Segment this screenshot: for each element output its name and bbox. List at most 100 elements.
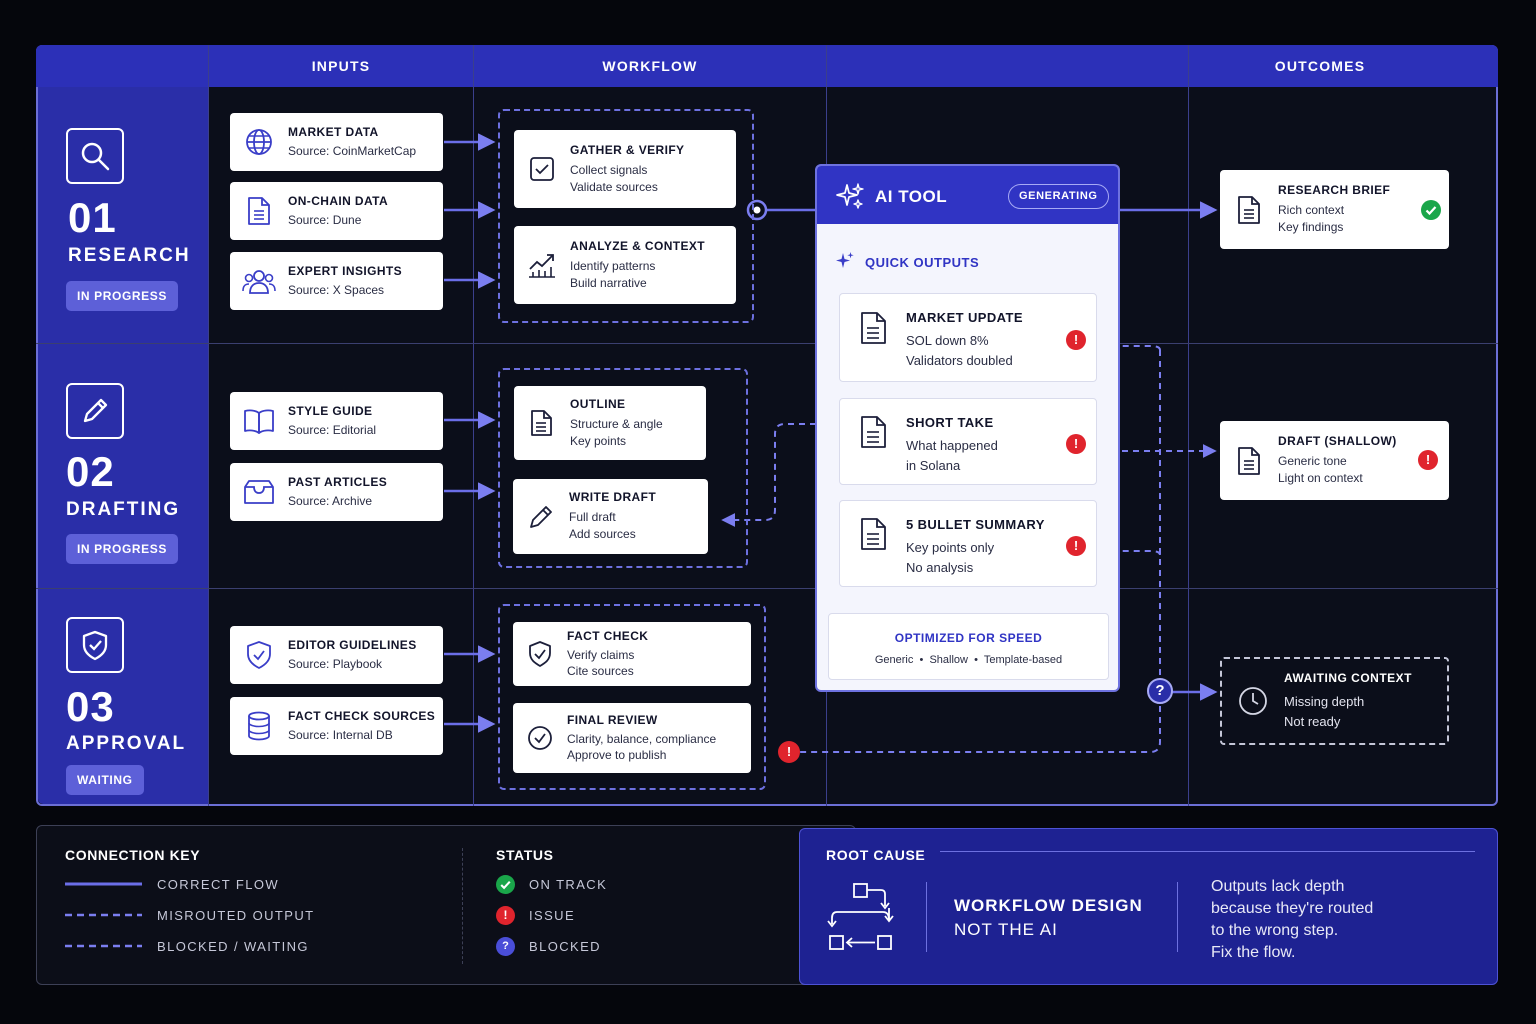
root-cause-headline: WORKFLOW DESIGN bbox=[954, 896, 1143, 915]
card-detail: Collect signals Validate sources bbox=[570, 162, 658, 194]
document-icon bbox=[860, 415, 888, 454]
input-card-editor-guidelines[interactable]: EDITOR GUIDELINES Source: Playbook bbox=[230, 626, 443, 684]
check-circle-icon bbox=[513, 724, 567, 752]
archive-icon bbox=[230, 479, 288, 505]
card-detail: Verify claims Cite sources bbox=[567, 647, 635, 678]
issue-icon: ! bbox=[496, 906, 515, 925]
root-cause-label: ROOT CAUSE bbox=[826, 847, 926, 863]
root-cause-divider bbox=[926, 882, 927, 952]
workflow-card-fact-check[interactable]: FACT CHECK Verify claims Cite sources bbox=[513, 622, 751, 686]
document-icon bbox=[514, 409, 570, 437]
generating-badge: GENERATING bbox=[1008, 184, 1109, 209]
legend-misrouted-output: MISROUTED OUTPUT bbox=[157, 908, 315, 923]
shield-check-icon bbox=[513, 640, 567, 668]
card-title: AWAITING CONTEXT bbox=[1284, 671, 1412, 685]
issue-icon: ! bbox=[1418, 450, 1438, 470]
input-card-expert-insights[interactable]: EXPERT INSIGHTS Source: X Spaces bbox=[230, 252, 443, 310]
input-card-style-guide[interactable]: STYLE GUIDE Source: Editorial bbox=[230, 392, 443, 450]
card-source: Source: CoinMarketCap bbox=[288, 143, 417, 158]
card-source: Source: Playbook bbox=[288, 656, 383, 671]
ai-tool-panel: AI TOOL GENERATING QUICK OUTPUTS MARKET … bbox=[815, 164, 1120, 692]
card-title: ANALYZE & CONTEXT bbox=[570, 238, 706, 253]
root-cause-description: Outputs lack depth because they're route… bbox=[1211, 878, 1374, 961]
card-title: RESEARCH BRIEF bbox=[1278, 183, 1391, 198]
card-title: WRITE DRAFT bbox=[569, 490, 657, 505]
card-title: EXPERT INSIGHTS bbox=[288, 263, 403, 278]
legend-correct-flow: CORRECT FLOW bbox=[157, 877, 280, 892]
check-circle-icon bbox=[496, 875, 515, 894]
sparkle-icon bbox=[835, 182, 865, 215]
card-title: EDITOR GUIDELINES bbox=[288, 637, 417, 652]
legend-divider bbox=[462, 848, 463, 964]
card-detail: Missing depth Not ready bbox=[1284, 694, 1365, 729]
document-icon bbox=[860, 311, 888, 350]
check-circle-icon bbox=[1421, 200, 1441, 220]
document-icon bbox=[1220, 446, 1278, 476]
document-icon bbox=[860, 517, 888, 556]
optimized-tags: Generic • Shallow • Template-based bbox=[874, 654, 1063, 666]
root-cause-subheadline: NOT THE AI bbox=[954, 920, 1058, 939]
card-detail: Rich context Key findings bbox=[1278, 203, 1345, 234]
card-detail: Full draft Add sources bbox=[569, 510, 636, 541]
card-title: GATHER & VERIFY bbox=[570, 142, 685, 157]
card-detail: Clarity, balance, compliance Approve to p… bbox=[567, 731, 717, 762]
card-detail: SOL down 8% Validators doubled bbox=[906, 333, 1013, 368]
optimized-for-speed-box: OPTIMIZED FOR SPEED Generic • Shallow • … bbox=[828, 613, 1109, 680]
users-icon bbox=[230, 267, 288, 295]
question-icon: ? bbox=[496, 937, 515, 956]
card-title: FINAL REVIEW bbox=[567, 712, 658, 727]
issue-icon: ! bbox=[1066, 434, 1086, 454]
card-title: FACT CHECK SOURCES bbox=[288, 708, 436, 723]
legend-blocked: BLOCKED bbox=[529, 939, 601, 954]
globe-icon bbox=[230, 127, 288, 157]
workflow-card-gather-verify[interactable]: GATHER & VERIFY Collect signals Validate s… bbox=[514, 130, 736, 208]
card-title: DRAFT (SHALLOW) bbox=[1278, 434, 1397, 449]
outcome-card-research-brief[interactable]: RESEARCH BRIEF Rich context Key findings bbox=[1220, 170, 1449, 249]
status-title: STATUS bbox=[496, 847, 554, 863]
shield-check-icon bbox=[230, 640, 288, 670]
ai-tool-header: AI TOOL GENERATING bbox=[817, 166, 1118, 224]
quick-output-short-take[interactable]: SHORT TAKE What happened in Solana ! bbox=[839, 398, 1097, 485]
question-icon: ? bbox=[1147, 678, 1173, 704]
card-source: Source: Editorial bbox=[288, 422, 377, 437]
junction-node bbox=[753, 206, 761, 214]
card-detail: Identify patterns Build narrative bbox=[570, 258, 656, 290]
workflow-card-analyze-context[interactable]: ANALYZE & CONTEXT Identify patterns Build … bbox=[514, 226, 736, 304]
blocked-arrow bbox=[800, 706, 1161, 753]
checkbox-icon bbox=[514, 155, 570, 183]
card-title: MARKET UPDATE bbox=[906, 310, 1023, 325]
card-title: SHORT TAKE bbox=[906, 415, 994, 430]
workflow-card-write-draft[interactable]: WRITE DRAFT Full draft Add sources bbox=[513, 479, 708, 554]
card-detail: What happened in Solana bbox=[906, 438, 998, 473]
workflow-card-outline[interactable]: OUTLINE Structure & angle Key points bbox=[514, 386, 706, 460]
document-icon bbox=[1220, 195, 1278, 225]
quick-output-market-update[interactable]: MARKET UPDATE SOL down 8% Validators doub… bbox=[839, 293, 1097, 382]
card-detail: Key points only No analysis bbox=[906, 540, 995, 575]
input-card-past-articles[interactable]: PAST ARTICLES Source: Archive bbox=[230, 463, 443, 521]
outcome-card-awaiting-context[interactable]: AWAITING CONTEXT Missing depth Not ready bbox=[1220, 657, 1449, 745]
card-title: PAST ARTICLES bbox=[288, 474, 388, 489]
card-detail: Generic tone Light on context bbox=[1278, 454, 1363, 485]
card-title: FACT CHECK bbox=[567, 628, 649, 643]
sparkle-icon bbox=[835, 251, 855, 276]
ai-tool-title: AI TOOL bbox=[875, 187, 948, 206]
input-card-fact-check-sources[interactable]: FACT CHECK SOURCES Source: Internal DB bbox=[230, 697, 443, 755]
optimized-title: OPTIMIZED FOR SPEED bbox=[894, 631, 1043, 645]
input-card-market-data[interactable]: MARKET DATA Source: CoinMarketCap bbox=[230, 113, 443, 171]
legend-line-samples bbox=[65, 882, 142, 948]
input-card-on-chain-data[interactable]: ON-CHAIN DATA Source: Dune bbox=[230, 182, 443, 240]
document-icon bbox=[230, 196, 288, 226]
outcome-card-draft-shallow[interactable]: DRAFT (SHALLOW) Generic tone Light on cont… bbox=[1220, 421, 1449, 500]
issue-icon: ! bbox=[1066, 330, 1086, 350]
card-title: STYLE GUIDE bbox=[288, 403, 373, 418]
issue-icon: ! bbox=[1066, 536, 1086, 556]
quick-outputs-label: QUICK OUTPUTS bbox=[865, 255, 980, 270]
flow-diagram-icon bbox=[827, 880, 895, 959]
card-source: Source: Internal DB bbox=[288, 727, 393, 742]
database-icon bbox=[230, 711, 288, 741]
legend-on-track: ON TRACK bbox=[529, 877, 608, 892]
legend-issue: ISSUE bbox=[529, 908, 576, 923]
workflow-card-final-review[interactable]: FINAL REVIEW Clarity, balance, compliance… bbox=[513, 703, 751, 773]
quick-output-5-bullet-summary[interactable]: 5 BULLET SUMMARY Key points only No analy… bbox=[839, 500, 1097, 587]
issue-icon: ! bbox=[778, 741, 800, 763]
